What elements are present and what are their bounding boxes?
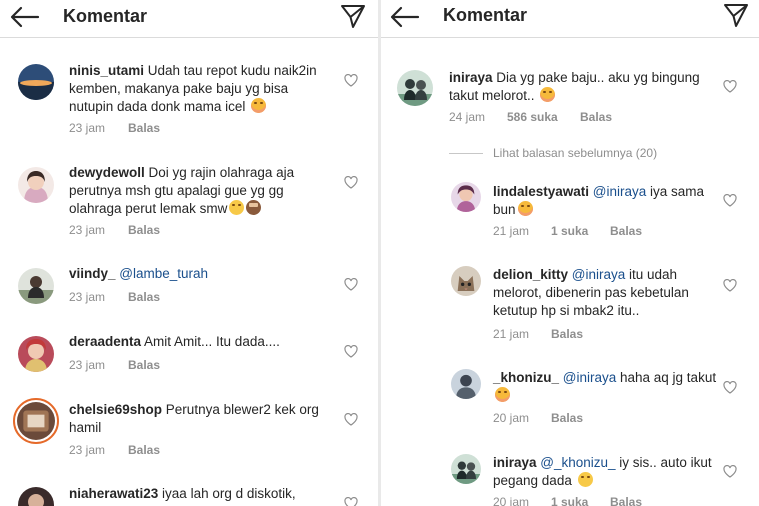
- avatar[interactable]: [397, 70, 433, 106]
- back-arrow-icon[interactable]: [10, 6, 40, 28]
- reply-button[interactable]: Balas: [128, 121, 160, 135]
- avatar[interactable]: [451, 369, 481, 399]
- mention-link[interactable]: @lambe_turah: [116, 266, 208, 281]
- heart-icon[interactable]: [723, 279, 737, 292]
- right-comments-screen: Komentar iniraya Dia yg pake baju.. aku …: [381, 0, 759, 506]
- reply-button[interactable]: Balas: [128, 443, 160, 457]
- blush-emoji-icon: [251, 98, 267, 113]
- avatar[interactable]: [18, 487, 54, 506]
- page-title: Komentar: [443, 5, 528, 25]
- like-count[interactable]: 1 suka: [551, 224, 588, 238]
- avatar[interactable]: [18, 268, 54, 304]
- left-comments-screen: Komentar ninis_utami Udah tau repot kudu…: [0, 0, 378, 506]
- heart-icon[interactable]: [344, 74, 358, 87]
- username[interactable]: delion_kitty: [493, 267, 568, 282]
- heart-icon[interactable]: [344, 278, 358, 291]
- grin-emoji-icon: [577, 472, 593, 487]
- page-title: Komentar: [63, 6, 148, 26]
- username[interactable]: iniraya: [493, 455, 537, 470]
- mention-link[interactable]: @_khonizu_: [537, 455, 615, 470]
- view-previous-label: Lihat balasan sebelumnya (20): [493, 146, 658, 160]
- send-direct-icon[interactable]: [723, 2, 749, 28]
- username[interactable]: niaherawati23: [69, 486, 158, 501]
- mention-link[interactable]: @iniraya: [589, 184, 646, 199]
- send-direct-icon[interactable]: [340, 3, 366, 29]
- username[interactable]: dewydewoll: [69, 165, 145, 180]
- mention-link[interactable]: @iniraya: [559, 370, 616, 385]
- comment-time: 23 jam: [69, 358, 106, 372]
- comment-text: iyaa lah org d diskotik,: [158, 486, 296, 501]
- blush-emoji-icon: [495, 387, 510, 402]
- comment-time: 23 jam: [69, 223, 106, 237]
- heart-icon[interactable]: [723, 80, 737, 93]
- comment-time: 20 jam: [493, 495, 530, 506]
- comment-time: 21 jam: [493, 327, 530, 341]
- heart-icon[interactable]: [344, 497, 358, 506]
- comment-time: 23 jam: [69, 443, 106, 457]
- like-count[interactable]: 586 suka: [507, 110, 558, 124]
- username[interactable]: deraadenta: [69, 334, 141, 349]
- reply-button[interactable]: Balas: [128, 290, 160, 304]
- comment-time: 23 jam: [69, 290, 106, 304]
- mention-link[interactable]: @iniraya: [568, 267, 625, 282]
- avatar[interactable]: [18, 167, 54, 203]
- username[interactable]: lindalestyawati: [493, 184, 589, 199]
- grin-emoji-icon: [229, 200, 245, 215]
- username[interactable]: _khonizu_: [493, 370, 559, 385]
- reply-button[interactable]: Balas: [128, 223, 160, 237]
- heart-icon[interactable]: [723, 194, 737, 207]
- reply-button[interactable]: Balas: [610, 224, 642, 238]
- heart-icon[interactable]: [723, 381, 737, 394]
- avatar-story-ring[interactable]: [13, 398, 59, 444]
- blush-emoji-icon: [540, 87, 556, 102]
- comment-text: haha aq jg takut: [616, 370, 717, 385]
- heart-icon[interactable]: [344, 345, 358, 358]
- comment-text: Amit Amit... Itu dada....: [141, 334, 280, 349]
- header-bar: Komentar: [381, 0, 759, 38]
- username[interactable]: viindy_: [69, 266, 116, 281]
- avatar[interactable]: [18, 336, 54, 372]
- comment-time: 23 jam: [69, 121, 106, 135]
- avatar[interactable]: [451, 454, 481, 484]
- reply-button[interactable]: Balas: [551, 327, 583, 341]
- comment-time: 24 jam: [449, 110, 486, 124]
- see-no-evil-monkey-icon: [246, 200, 262, 215]
- reply-button[interactable]: Balas: [128, 358, 160, 372]
- comment-time: 20 jam: [493, 411, 530, 425]
- back-arrow-icon[interactable]: [390, 6, 420, 28]
- reply-button[interactable]: Balas: [551, 411, 583, 425]
- avatar[interactable]: [451, 266, 481, 296]
- username[interactable]: chelsie69shop: [69, 402, 162, 417]
- avatar[interactable]: [451, 182, 481, 212]
- reply-button[interactable]: Balas: [610, 495, 642, 506]
- avatar[interactable]: [18, 64, 54, 100]
- heart-icon[interactable]: [344, 176, 358, 189]
- view-previous-replies[interactable]: Lihat balasan sebelumnya (20): [449, 145, 749, 163]
- username[interactable]: iniraya: [449, 70, 493, 85]
- username[interactable]: ninis_utami: [69, 63, 144, 78]
- blush-emoji-icon: [517, 201, 533, 216]
- reply-button[interactable]: Balas: [580, 110, 612, 124]
- header-bar: Komentar: [0, 0, 378, 38]
- comment-time: 21 jam: [493, 224, 530, 238]
- divider-line: [449, 153, 483, 154]
- like-count[interactable]: 1 suka: [551, 495, 588, 506]
- heart-icon[interactable]: [344, 413, 358, 426]
- heart-icon[interactable]: [723, 465, 737, 478]
